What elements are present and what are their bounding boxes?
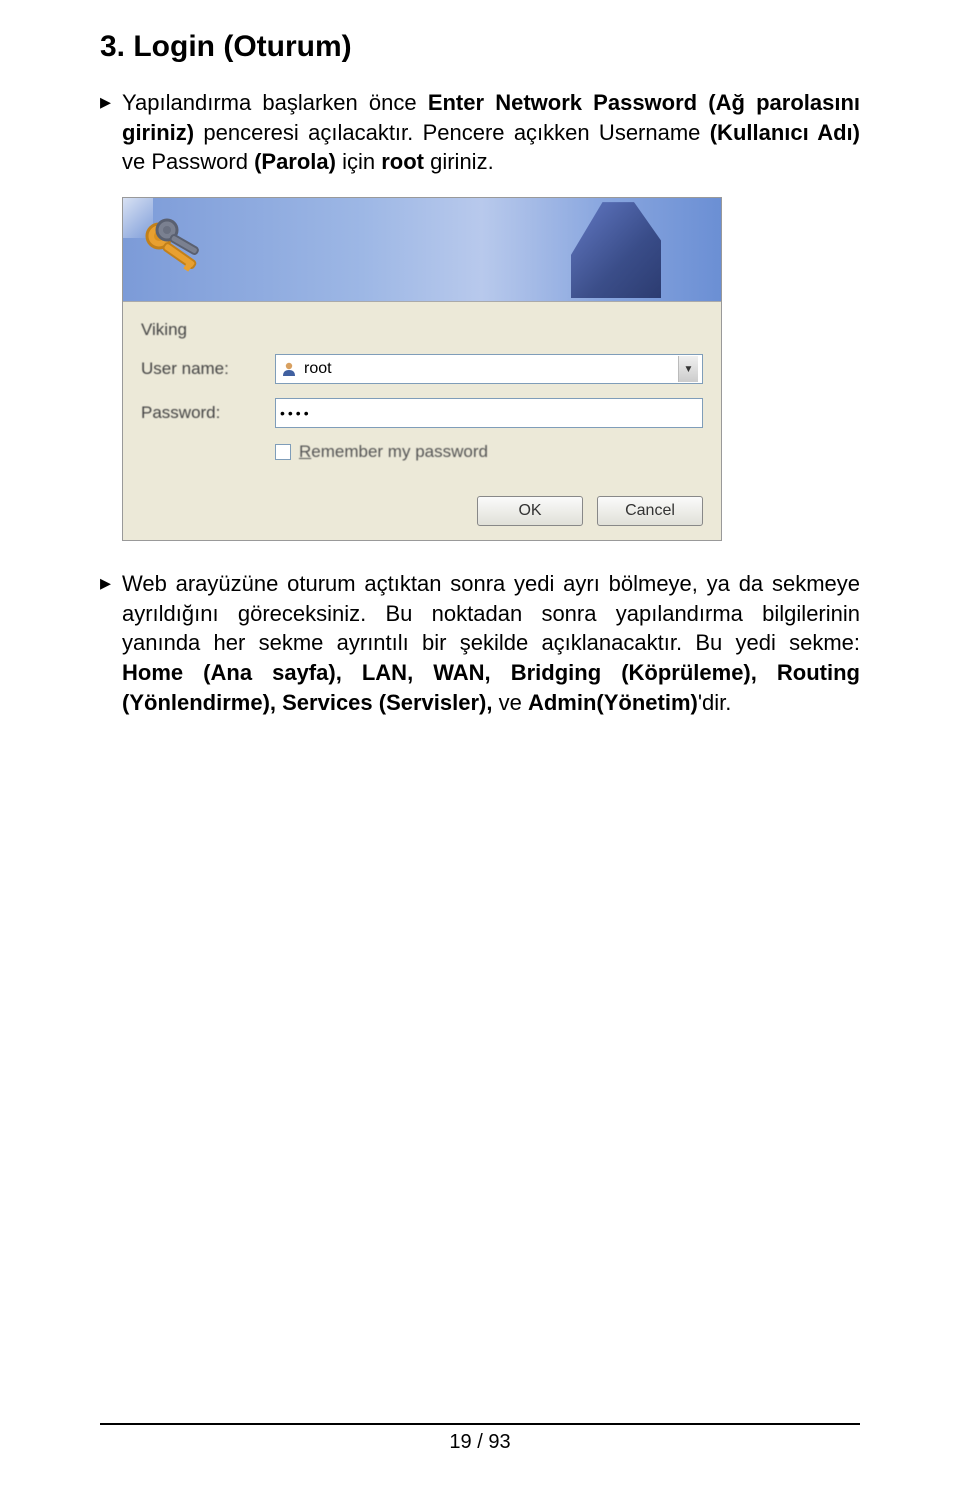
username-value: root bbox=[304, 360, 678, 378]
p1-bold3: (Parola) bbox=[254, 149, 336, 174]
footer-divider bbox=[100, 1423, 860, 1425]
p1-mid2: ve Password bbox=[122, 149, 254, 174]
p2-bold2: Admin(Yönetim) bbox=[528, 690, 698, 715]
password-value: •••• bbox=[280, 405, 312, 421]
p1-mid1: penceresi açılacaktır. Pencere açıkken U… bbox=[194, 120, 710, 145]
password-row: Password: •••• bbox=[141, 398, 703, 428]
bullet-icon: ▸ bbox=[100, 569, 122, 717]
p1-bold2: (Kullanıcı Adı) bbox=[710, 120, 860, 145]
remember-checkbox[interactable] bbox=[275, 444, 291, 460]
dialog-buttons: OK Cancel bbox=[141, 496, 703, 526]
paragraph-1: ▸ Yapılandırma başlarken önce Enter Netw… bbox=[100, 88, 860, 177]
username-input[interactable]: root ▼ bbox=[275, 354, 703, 384]
password-label: Password: bbox=[141, 403, 275, 423]
p2-end: 'dir. bbox=[698, 690, 732, 715]
p2-pre: Web arayüzüne oturum açtıktan sonra yedi… bbox=[122, 571, 860, 655]
header-figure bbox=[571, 202, 661, 298]
remember-row: RRemember my passwordemember my password bbox=[275, 442, 703, 462]
section-heading: 3. Login (Oturum) bbox=[100, 30, 860, 64]
p1-text: Yapılandırma başlarken önce bbox=[122, 90, 428, 115]
username-row: User name: root ▼ bbox=[141, 354, 703, 384]
username-dropdown-button[interactable]: ▼ bbox=[678, 356, 698, 382]
p2-mid: ve bbox=[493, 690, 528, 715]
bullet-icon: ▸ bbox=[100, 88, 122, 177]
login-dialog: Viking User name: root ▼ Password: •••• … bbox=[122, 197, 722, 541]
paragraph-2-text: Web arayüzüne oturum açtıktan sonra yedi… bbox=[122, 569, 860, 717]
dialog-header bbox=[123, 198, 721, 302]
user-icon bbox=[280, 360, 298, 378]
p1-mid3: için bbox=[336, 149, 381, 174]
keys-icon bbox=[137, 212, 217, 297]
username-label: User name: bbox=[141, 359, 275, 379]
password-input[interactable]: •••• bbox=[275, 398, 703, 428]
remember-label: RRemember my passwordemember my password bbox=[299, 442, 488, 462]
cancel-button[interactable]: Cancel bbox=[597, 496, 703, 526]
p1-bold4: root bbox=[381, 149, 424, 174]
page-footer: 19 / 93 bbox=[100, 1423, 860, 1454]
realm-label: Viking bbox=[141, 320, 275, 340]
ok-button[interactable]: OK bbox=[477, 496, 583, 526]
p2-bold: Home (Ana sayfa), LAN, WAN, Bridging (Kö… bbox=[122, 660, 860, 715]
dialog-body: Viking User name: root ▼ Password: •••• … bbox=[123, 302, 721, 540]
page-number: 19 / 93 bbox=[100, 1431, 860, 1454]
realm-row: Viking bbox=[141, 320, 703, 340]
paragraph-1-text: Yapılandırma başlarken önce Enter Networ… bbox=[122, 88, 860, 177]
p1-end: giriniz. bbox=[424, 149, 494, 174]
paragraph-2: ▸ Web arayüzüne oturum açtıktan sonra ye… bbox=[100, 569, 860, 717]
